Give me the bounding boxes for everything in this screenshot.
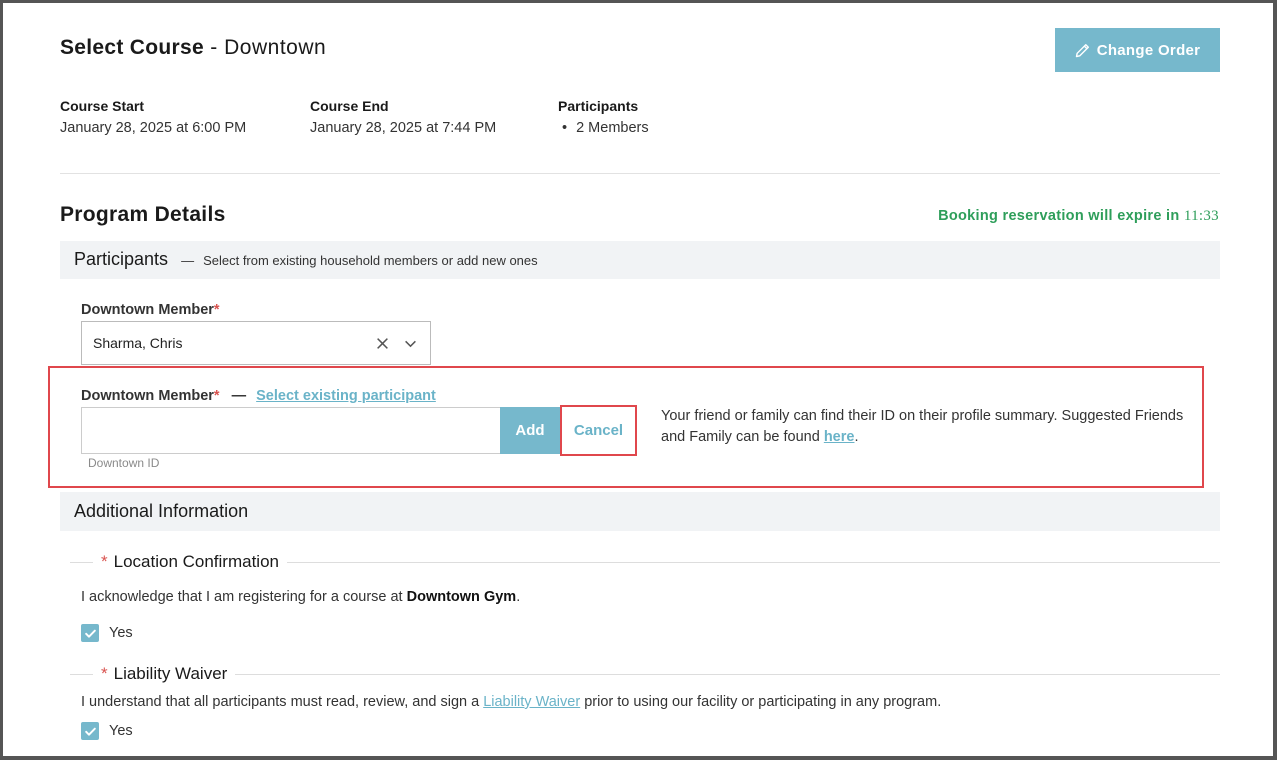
participants-info: Participants 2 Members xyxy=(558,98,649,136)
member-id-help-end: . xyxy=(854,429,859,445)
member-id-hint: Downtown ID xyxy=(88,456,160,470)
location-yes-label: Yes xyxy=(109,625,133,641)
liability-waiver-link[interactable]: Liability Waiver xyxy=(483,694,580,710)
member-id-help-text: Your friend or family can find their ID … xyxy=(661,408,1184,445)
waiver-legend-text: Liability Waiver xyxy=(113,664,228,683)
additional-info-header: Additional Information xyxy=(60,492,1220,531)
participants-section-title: Participants — Select from existing hous… xyxy=(74,249,538,270)
clear-icon[interactable] xyxy=(368,321,396,365)
course-end: Course End January 28, 2025 at 7:44 PM xyxy=(310,98,496,136)
participants-section-subtitle: Select from existing household members o… xyxy=(203,253,538,268)
member-select-label-text: Downtown Member xyxy=(81,302,214,318)
change-order-label: Change Order xyxy=(1096,41,1201,59)
page-title: Select Course - Downtown xyxy=(60,36,326,60)
required-mark: * xyxy=(213,388,220,404)
location-statement: I acknowledge that I am registering for … xyxy=(81,589,520,605)
location-statement-end: . xyxy=(516,589,521,605)
reservation-expiry: Booking reservation will expire in 11:33 xyxy=(938,208,1219,225)
required-mark: * xyxy=(101,552,108,571)
friends-family-link[interactable]: here xyxy=(824,429,855,445)
waiver-yes-checkbox[interactable] xyxy=(81,722,99,740)
page-title-separator: - xyxy=(203,36,225,59)
participants-section-dash: — xyxy=(181,253,195,268)
waiver-statement-end: prior to using our facility or participa… xyxy=(580,694,942,710)
course-start-label: Course Start xyxy=(60,98,145,114)
course-end-label: Course End xyxy=(310,98,389,114)
required-mark: * xyxy=(101,664,108,683)
location-legend-text: Location Confirmation xyxy=(113,552,279,571)
new-member-dash: — xyxy=(231,388,247,404)
change-order-button[interactable]: Change Order xyxy=(1055,28,1220,72)
waiver-yes-option[interactable]: Yes xyxy=(81,722,133,740)
participants-list-item: 2 Members xyxy=(558,120,649,136)
location-legend: * Location Confirmation xyxy=(93,552,287,572)
course-end-value: January 28, 2025 at 7:44 PM xyxy=(310,120,497,136)
location-gym-name: Downtown Gym xyxy=(406,589,517,605)
waiver-legend: * Liability Waiver xyxy=(93,664,236,684)
location-statement-text: I acknowledge that I am registering for … xyxy=(81,589,407,605)
additional-info-title: Additional Information xyxy=(74,501,249,521)
location-yes-checkbox[interactable] xyxy=(81,624,99,642)
member-select-label: Downtown Member* xyxy=(81,302,220,318)
waiver-yes-label: Yes xyxy=(109,723,133,739)
member-id-input[interactable] xyxy=(81,407,501,454)
select-existing-participant-link[interactable]: Select existing participant xyxy=(256,388,436,404)
participants-list: 2 Members xyxy=(558,120,649,136)
location-yes-option[interactable]: Yes xyxy=(81,624,133,642)
waiver-statement: I understand that all participants must … xyxy=(81,694,941,710)
page-title-location: Downtown xyxy=(224,36,327,59)
divider xyxy=(60,173,1220,174)
add-button[interactable]: Add xyxy=(500,407,560,454)
participants-info-value: 2 Members xyxy=(558,120,649,136)
reservation-expiry-timer: 11:33 xyxy=(1183,208,1219,224)
member-select[interactable]: Sharma, Chris xyxy=(81,321,431,365)
waiver-statement-text: I understand that all participants must … xyxy=(81,694,484,710)
check-icon xyxy=(84,629,96,638)
cancel-button[interactable]: Cancel xyxy=(560,405,637,456)
member-id-help: Your friend or family can find their ID … xyxy=(661,406,1196,448)
new-member-label: Downtown Member* — Select existing parti… xyxy=(81,388,436,404)
check-icon xyxy=(84,727,96,736)
course-start-value: January 28, 2025 at 6:00 PM xyxy=(60,120,247,136)
course-start: Course Start January 28, 2025 at 6:00 PM xyxy=(60,98,246,136)
reservation-expiry-text: Booking reservation will expire in xyxy=(938,208,1184,224)
program-details-title: Program Details xyxy=(60,203,226,226)
waiver-divider xyxy=(70,674,1220,675)
new-member-label-text: Downtown Member xyxy=(81,388,214,404)
page-title-main: Select Course xyxy=(60,36,204,59)
pencil-icon xyxy=(1075,43,1089,57)
participants-section-header: Participants — Select from existing hous… xyxy=(60,241,1220,279)
participants-info-label: Participants xyxy=(558,98,639,114)
member-select-value: Sharma, Chris xyxy=(93,335,183,351)
participants-section-title-text: Participants xyxy=(74,249,169,269)
chevron-down-icon[interactable] xyxy=(396,321,424,365)
required-mark: * xyxy=(213,302,220,318)
